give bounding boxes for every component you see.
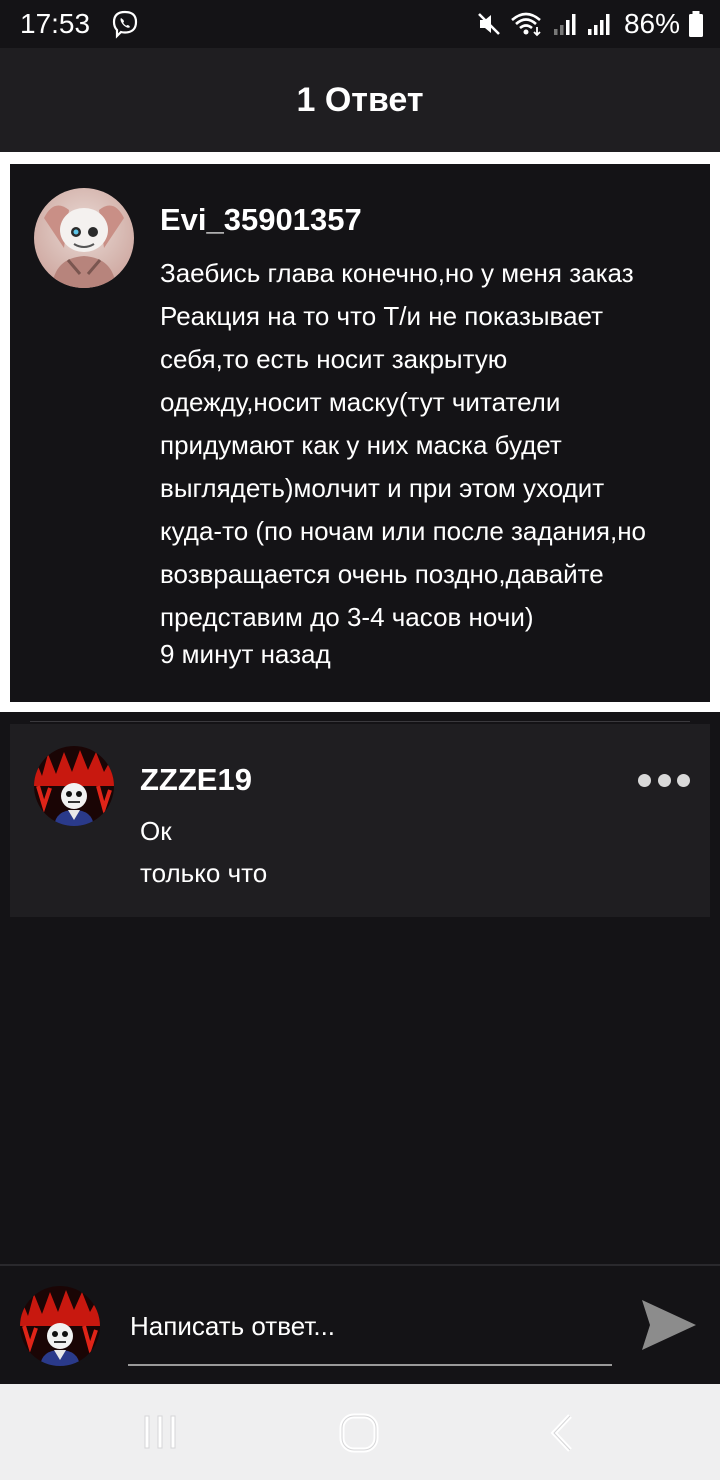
- parent-comment-frame: Evi_35901357 Заебись глава конечно,но у …: [0, 152, 720, 712]
- signal-icon: [587, 14, 610, 35]
- parent-comment: Evi_35901357 Заебись глава конечно,но у …: [10, 164, 710, 702]
- comment-text: Заебись глава конечно,но у меня заказ Ре…: [160, 258, 647, 632]
- avatar-image: [34, 746, 114, 826]
- page-title: 1 Ответ: [296, 80, 424, 119]
- avatar[interactable]: [34, 746, 114, 826]
- status-left: 17:53: [20, 8, 140, 40]
- avatar-image: [20, 1286, 100, 1366]
- status-time: 17:53: [20, 8, 91, 39]
- reply-timestamp: только что: [140, 858, 268, 888]
- divider: [30, 721, 690, 722]
- comment-username[interactable]: Evi_35901357: [160, 202, 362, 238]
- more-options-button[interactable]: [638, 770, 690, 790]
- avatar: [20, 1286, 100, 1366]
- compose-bar: [0, 1264, 720, 1384]
- dot-icon: [677, 773, 690, 787]
- dot-icon: [657, 773, 671, 787]
- home-icon[interactable]: [338, 1412, 380, 1454]
- back-icon[interactable]: [548, 1412, 576, 1454]
- battery-icon: [689, 11, 703, 37]
- status-bar: 17:53 86%: [0, 0, 720, 48]
- signal-icon: [553, 14, 576, 35]
- dot-icon: [638, 773, 651, 787]
- avatar[interactable]: [34, 188, 134, 288]
- reply-text: Ок: [140, 816, 172, 846]
- mute-icon: [478, 13, 500, 35]
- header: 1 Ответ: [0, 48, 720, 152]
- comment-timestamp: 9 минут назад: [160, 639, 331, 669]
- reply-username[interactable]: ZZZE19: [140, 762, 252, 798]
- recent-apps-icon[interactable]: [142, 1412, 178, 1452]
- avatar-image: [44, 205, 124, 288]
- viber-icon: [112, 10, 138, 39]
- battery-percent: 86%: [623, 8, 680, 39]
- reply-comment: ZZZE19 Ок только что: [10, 724, 710, 917]
- send-icon[interactable]: [640, 1298, 698, 1352]
- reply-input[interactable]: [128, 1302, 612, 1366]
- status-right: 86%: [476, 8, 704, 40]
- system-nav-bar: [0, 1384, 720, 1480]
- wifi-icon: [511, 12, 541, 37]
